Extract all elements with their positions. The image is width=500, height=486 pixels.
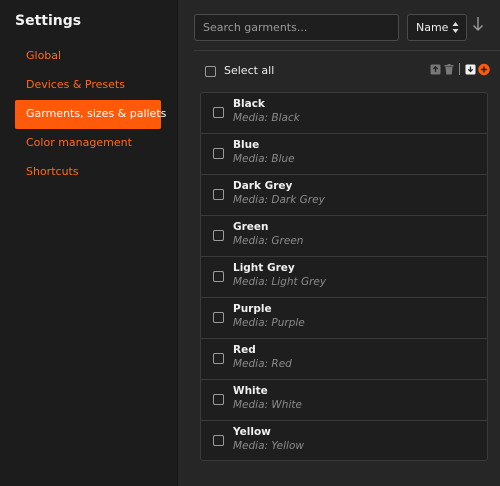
list-item[interactable]: Yellow Media: Yellow xyxy=(201,421,487,460)
garment-media: Media: White xyxy=(233,399,302,411)
garment-media: Media: Purple xyxy=(233,317,305,329)
list-item[interactable]: White Media: White xyxy=(201,380,487,421)
garment-media: Media: Dark Grey xyxy=(233,194,325,206)
garment-media: Media: Light Grey xyxy=(233,276,327,288)
toolbar-icons xyxy=(429,63,490,75)
garment-media: Media: Blue xyxy=(233,153,295,165)
garment-media: Media: Green xyxy=(233,235,304,247)
garment-list: Black Media: Black Blue Media: Blue Dark… xyxy=(200,92,488,461)
sidebar-item-global[interactable]: Global xyxy=(15,42,161,71)
sidebar-item-devices-presets[interactable]: Devices & Presets xyxy=(15,71,161,100)
header-divider xyxy=(194,50,500,51)
list-item[interactable]: Light Grey Media: Light Grey xyxy=(201,257,487,298)
garments-panel: Name Select all B xyxy=(178,0,500,486)
sort-select-value: Name xyxy=(416,21,449,34)
select-all-checkbox[interactable] xyxy=(205,66,216,77)
garment-name: Purple xyxy=(233,303,272,315)
garment-media: Media: Yellow xyxy=(233,440,304,452)
row-checkbox[interactable] xyxy=(213,394,224,405)
settings-sidebar: Settings Global Devices & Presets Garmen… xyxy=(0,0,178,486)
row-checkbox[interactable] xyxy=(213,353,224,364)
garment-media: Media: Red xyxy=(233,358,292,370)
trash-icon[interactable] xyxy=(443,63,455,75)
garment-name: Blue xyxy=(233,139,260,151)
garment-name: Yellow xyxy=(233,426,271,438)
import-icon[interactable] xyxy=(464,63,476,75)
arrow-down-icon[interactable] xyxy=(472,16,484,36)
sort-select[interactable]: Name xyxy=(407,14,467,41)
sidebar-item-color-management[interactable]: Color management xyxy=(15,129,161,158)
list-item[interactable]: Red Media: Red xyxy=(201,339,487,380)
garment-name: Light Grey xyxy=(233,262,295,274)
row-checkbox[interactable] xyxy=(213,312,224,323)
garment-name: Red xyxy=(233,344,256,356)
garment-name: Green xyxy=(233,221,269,233)
row-checkbox[interactable] xyxy=(213,189,224,200)
list-item[interactable]: Green Media: Green xyxy=(201,216,487,257)
list-item[interactable]: Blue Media: Blue xyxy=(201,134,487,175)
select-all-label[interactable]: Select all xyxy=(224,64,274,77)
sidebar-item-garments[interactable]: Garments, sizes & pallets xyxy=(15,100,166,129)
row-checkbox[interactable] xyxy=(213,435,224,446)
garment-media: Media: Black xyxy=(233,112,300,124)
search-input[interactable] xyxy=(194,14,399,41)
export-icon[interactable] xyxy=(429,63,441,75)
toolbar-separator xyxy=(459,63,460,75)
garment-name: White xyxy=(233,385,268,397)
sidebar-title: Settings xyxy=(15,13,82,29)
settings-nav: Global Devices & Presets Garments, sizes… xyxy=(15,42,166,187)
row-checkbox[interactable] xyxy=(213,271,224,282)
garment-name: Black xyxy=(233,98,265,110)
garment-name: Dark Grey xyxy=(233,180,293,192)
row-checkbox[interactable] xyxy=(213,230,224,241)
list-toolbar: Select all xyxy=(200,62,490,80)
list-item[interactable]: Purple Media: Purple xyxy=(201,298,487,339)
row-checkbox[interactable] xyxy=(213,107,224,118)
list-item[interactable]: Dark Grey Media: Dark Grey xyxy=(201,175,487,216)
list-item[interactable]: Black Media: Black xyxy=(201,93,487,134)
add-icon[interactable] xyxy=(478,63,490,75)
row-checkbox[interactable] xyxy=(213,148,224,159)
up-down-caret-icon xyxy=(452,21,459,37)
sidebar-item-shortcuts[interactable]: Shortcuts xyxy=(15,158,161,187)
